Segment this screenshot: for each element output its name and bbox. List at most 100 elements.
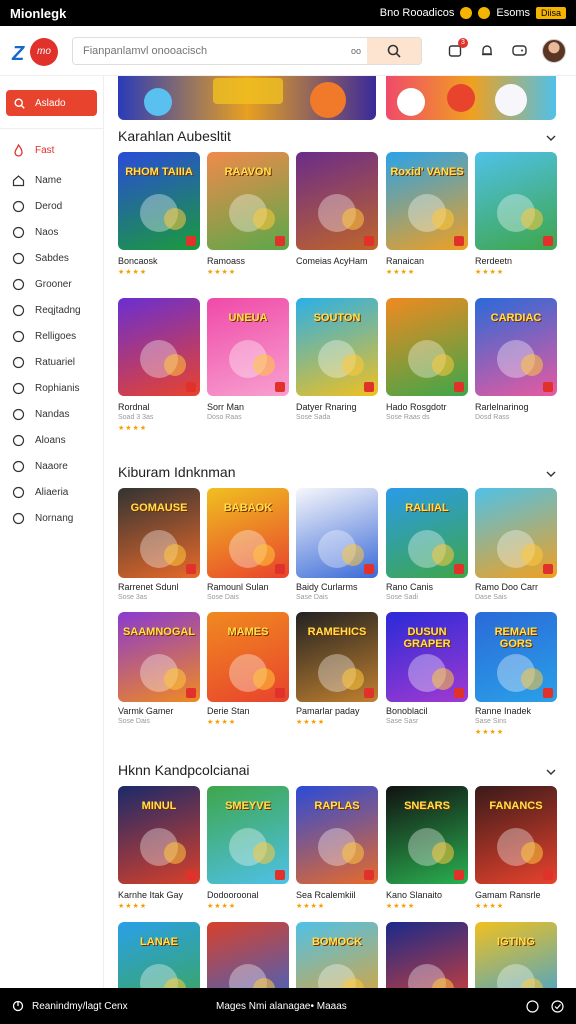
chevron-down-icon[interactable] [546, 133, 556, 143]
bottom-left-text[interactable]: Reanindmy/lagt Cenx [32, 1001, 128, 1012]
game-tile[interactable]: GOMAUSE [118, 488, 200, 578]
bell-button[interactable] [478, 42, 496, 60]
game-title[interactable]: Kano Slanaito [386, 890, 470, 900]
game-title[interactable]: Sorr Man [207, 402, 291, 412]
game-art-title: RAPLAS [314, 800, 360, 812]
game-tile[interactable]: DUSUN GRAPER [386, 612, 468, 702]
game-title[interactable]: Gamam Ransrle [475, 890, 559, 900]
game-title[interactable]: Bonoblacil [386, 706, 470, 716]
game-title[interactable]: Datyer Rnaring [296, 402, 380, 412]
game-title[interactable]: Ranne Inadek [475, 706, 559, 716]
sidebar-item[interactable]: Naos [0, 219, 103, 245]
game-tile[interactable] [386, 298, 468, 396]
game-title[interactable]: Ramo Doo Carr [475, 582, 559, 592]
sidebar-item[interactable]: Sabdes [0, 245, 103, 271]
bottom-center-text[interactable]: Mages Nmi alanagae• Maaas [216, 1001, 347, 1012]
status-badge[interactable]: Diisa [535, 7, 566, 19]
sidebar-item[interactable]: Nornang [0, 505, 103, 531]
game-tile[interactable]: LANAE [118, 922, 200, 988]
sidebar-item[interactable]: Nandas [0, 401, 103, 427]
game-tile[interactable]: SAAMNOGAL [118, 612, 200, 702]
game-tile[interactable] [475, 152, 557, 250]
game-tile[interactable] [118, 298, 200, 396]
sidebar-item[interactable]: Naaore [0, 453, 103, 479]
game-tile[interactable]: Roxid' VANES [386, 152, 468, 250]
game-tile[interactable]: SNEARS [386, 786, 468, 884]
game-tile[interactable]: MINUL [118, 786, 200, 884]
game-tile[interactable] [296, 152, 378, 250]
inbox-button[interactable]: 3 [446, 37, 468, 60]
game-subtitle: Sase Sasr [386, 718, 419, 725]
game-tile[interactable]: SOUTON [296, 298, 378, 396]
game-tile[interactable]: RALIIAL [386, 488, 468, 578]
game-tile[interactable]: RHOM TAIIIA [118, 152, 200, 250]
game-tile[interactable]: UNEUA [207, 298, 289, 396]
game-title[interactable]: Comeias AcyHam [296, 256, 380, 266]
game-title[interactable]: Rano Canis [386, 582, 470, 592]
sidebar-item[interactable]: Rophianis [0, 375, 103, 401]
check-icon[interactable] [551, 999, 564, 1013]
sidebar-item[interactable]: Relligoes [0, 323, 103, 349]
game-title[interactable]: Ramounl Sulan [207, 582, 291, 592]
game-tile[interactable]: BOMOCK [296, 922, 378, 988]
play-button[interactable]: Aslado [6, 90, 97, 116]
game-title[interactable]: Rordnal [118, 402, 202, 412]
sidebar-item[interactable]: Derod [0, 193, 103, 219]
game-title[interactable]: Baidy Curlarms [296, 582, 380, 592]
game-title[interactable]: Sea Rcalemkiil [296, 890, 380, 900]
search-input[interactable] [73, 37, 351, 64]
game-tile[interactable]: MAMES [207, 612, 289, 702]
game-tag-icon [186, 870, 196, 880]
game-title[interactable]: Pamarlar paday [296, 706, 380, 716]
game-tile[interactable] [386, 922, 468, 988]
game-title[interactable]: Karnhe Itak Gay [118, 890, 202, 900]
game-title[interactable]: Ramoass [207, 256, 291, 266]
star-icon [12, 408, 25, 421]
game-title[interactable]: Rarrenet Sdunl [118, 582, 202, 592]
sidebar-item[interactable]: Fast [0, 137, 103, 163]
game-art-title: SNEARS [404, 800, 450, 812]
game-tag-icon [454, 236, 464, 246]
help-icon[interactable] [526, 999, 539, 1013]
banner-left[interactable] [118, 76, 376, 120]
sidebar-item[interactable]: Aloans [0, 427, 103, 453]
sidebar-item[interactable]: Aliaeria [0, 479, 103, 505]
game-title[interactable]: Boncaosk [118, 256, 202, 266]
settings-icon[interactable] [12, 1000, 24, 1012]
banner-art-icon [144, 78, 346, 118]
game-tile[interactable]: SMEYVE [207, 786, 289, 884]
game-tile[interactable]: REMAIE GORS [475, 612, 557, 702]
game-tile[interactable]: FANANCS [475, 786, 557, 884]
banner-right[interactable] [386, 76, 556, 120]
game-character-art [432, 978, 454, 988]
sidebar-item[interactable]: Reqjtadng [0, 297, 103, 323]
chevron-down-icon[interactable] [546, 767, 556, 777]
logo[interactable]: Z mo [10, 35, 58, 67]
game-tile[interactable] [207, 922, 289, 988]
controller-button[interactable] [510, 42, 528, 60]
game-rating: ★★★★ [118, 903, 148, 910]
game-title[interactable]: Rarlelnarinog [475, 402, 559, 412]
game-tile[interactable]: RAMEHICS [296, 612, 378, 702]
avatar[interactable] [542, 38, 566, 63]
chevron-down-icon[interactable] [546, 469, 556, 479]
game-tile[interactable]: RAPLAS [296, 786, 378, 884]
sidebar-item[interactable]: Grooner [0, 271, 103, 297]
game-tile[interactable] [475, 488, 557, 578]
sidebar-item[interactable]: Ratuariel [0, 349, 103, 375]
game-rating: ★★★★ [296, 903, 326, 910]
game-tile[interactable]: CARDIAC [475, 298, 557, 396]
game-title[interactable]: Varmk Gamer [118, 706, 202, 716]
game-tile[interactable]: RAAVON [207, 152, 289, 250]
game-tile[interactable] [296, 488, 378, 578]
game-title[interactable]: Derie Stan [207, 706, 291, 716]
search-button[interactable] [367, 37, 421, 64]
sidebar-item[interactable]: Name [0, 167, 103, 193]
game-title[interactable]: Hado Rosgdotr [386, 402, 470, 412]
search-dropdown[interactable]: oo [351, 46, 367, 56]
game-tile[interactable]: IGTING [475, 922, 557, 988]
game-title[interactable]: Ranaican [386, 256, 470, 266]
game-title[interactable]: Rerdeetn [475, 256, 559, 266]
game-tile[interactable]: BABAOK [207, 488, 289, 578]
game-title[interactable]: Dodooroonal [207, 890, 291, 900]
